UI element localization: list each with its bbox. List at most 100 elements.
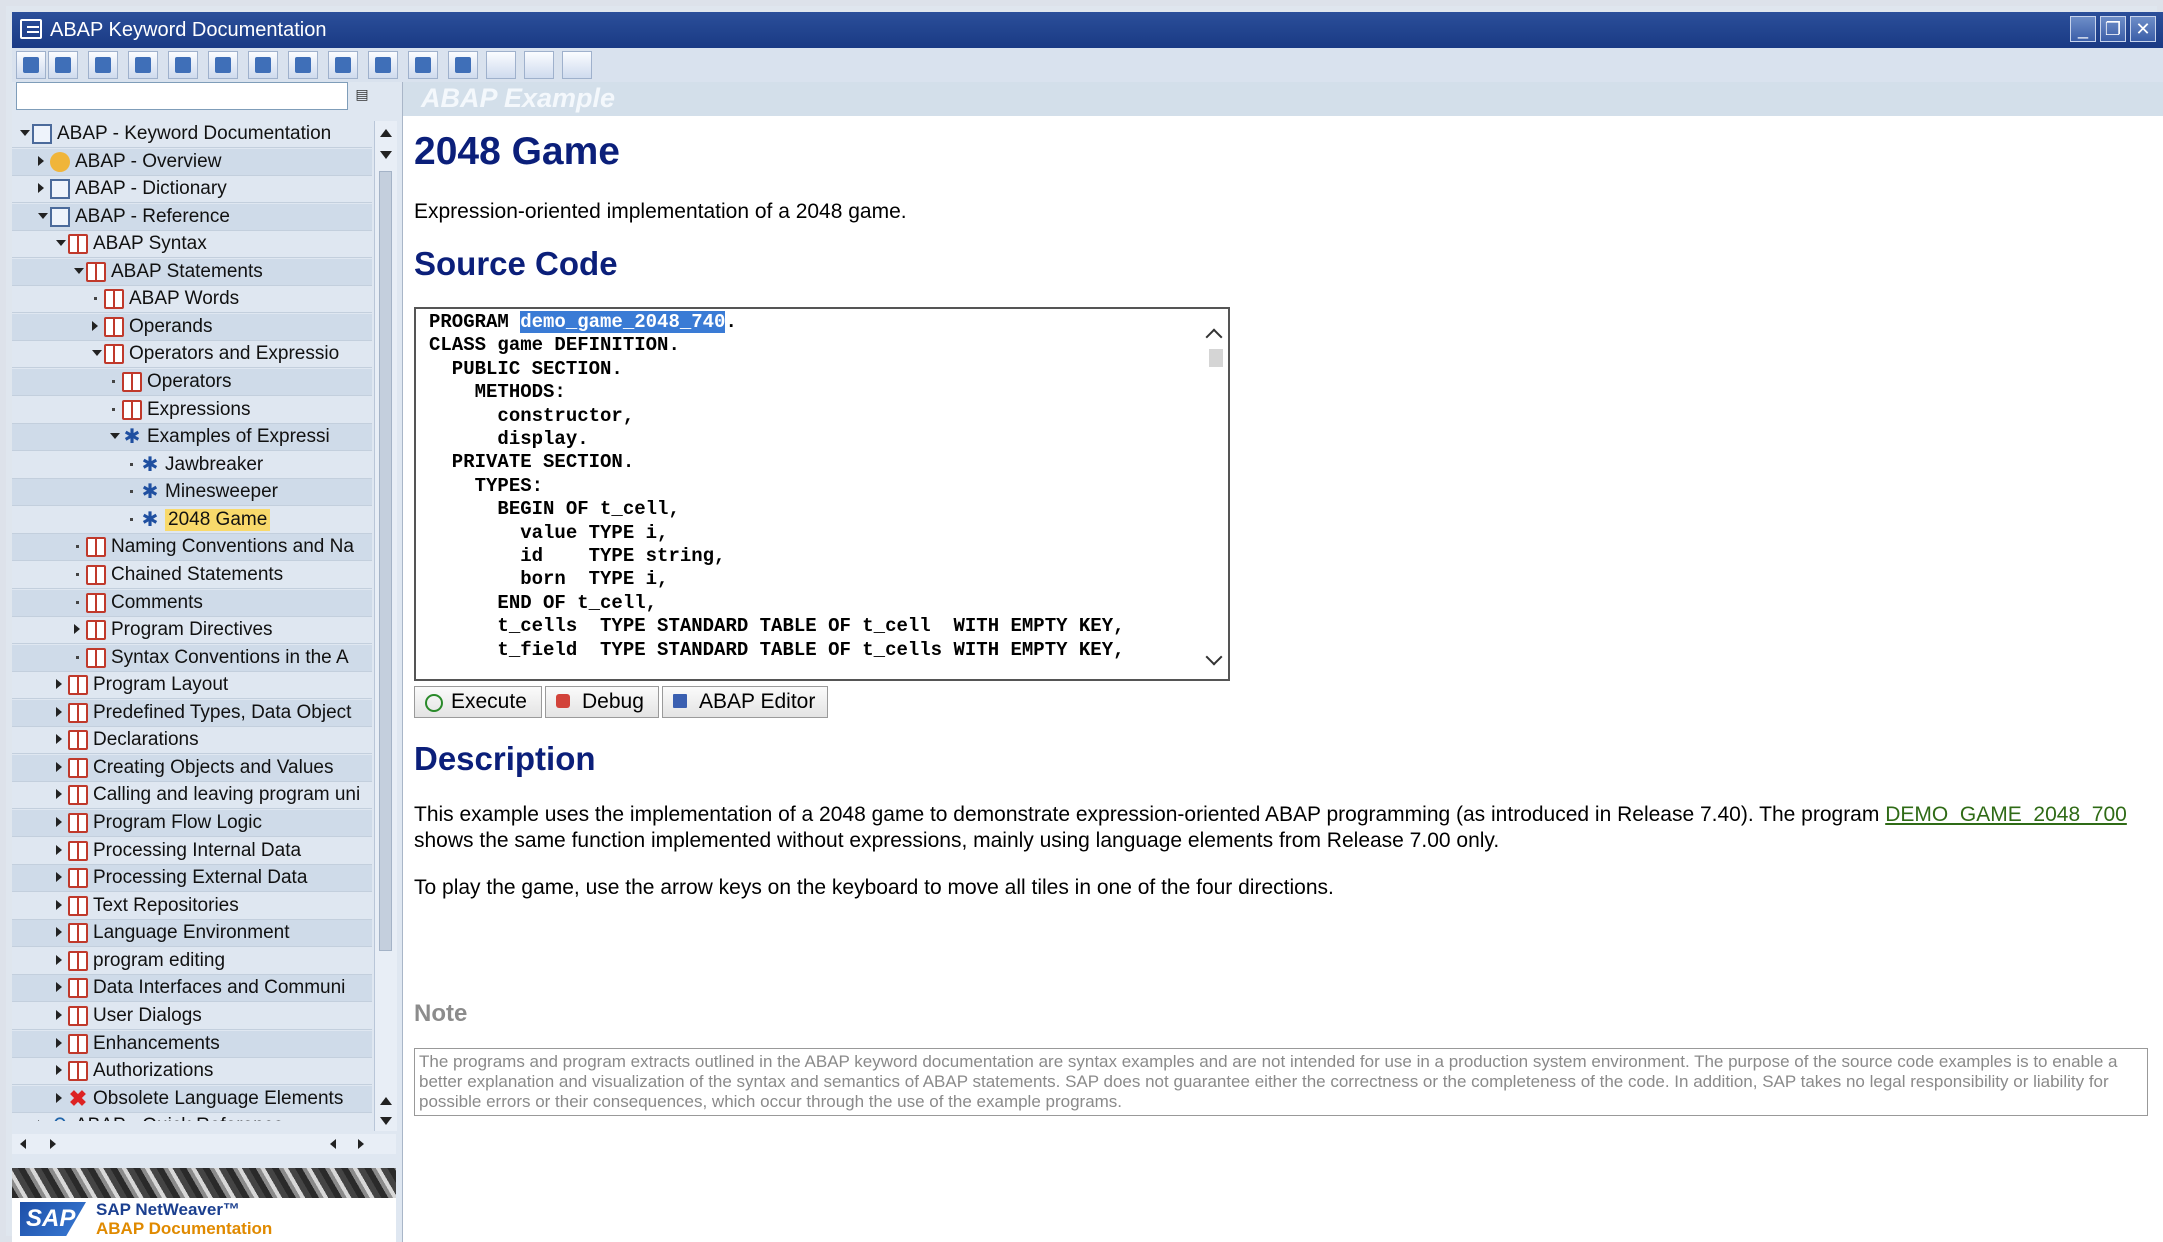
- scroll-up-icon[interactable]: [380, 129, 392, 137]
- up-button[interactable]: [486, 51, 516, 79]
- expand-node-icon[interactable]: [56, 982, 62, 992]
- tree-item[interactable]: Expressions: [12, 397, 372, 424]
- tree-item[interactable]: Declarations: [12, 727, 372, 754]
- tree-item[interactable]: ABAP - Reference: [12, 204, 372, 231]
- structure-button[interactable]: [48, 51, 78, 79]
- tree-item[interactable]: User Dialogs: [12, 1003, 372, 1030]
- tree-item[interactable]: Program Flow Logic: [12, 810, 372, 837]
- gear-button[interactable]: [408, 51, 438, 79]
- forward-button[interactable]: [562, 51, 592, 79]
- expand-node-icon[interactable]: [56, 734, 62, 744]
- scroll-right-icon[interactable]: [50, 1139, 56, 1149]
- collapse-node-icon[interactable]: [56, 240, 66, 246]
- collapse-node-icon[interactable]: [38, 213, 48, 219]
- tree-item[interactable]: Creating Objects and Values: [12, 755, 372, 782]
- scrollbar-thumb[interactable]: [379, 171, 392, 951]
- tree-item[interactable]: ABAP - Keyword Documentation: [12, 121, 372, 148]
- scroll-down-icon[interactable]: [380, 1117, 392, 1125]
- tree-item[interactable]: Authorizations: [12, 1058, 372, 1085]
- scroll-left-icon[interactable]: [20, 1139, 26, 1149]
- tree-item[interactable]: ABAP - Overview: [12, 149, 372, 176]
- print-button[interactable]: [168, 51, 198, 79]
- scroll-up-icon[interactable]: [380, 1097, 392, 1105]
- back-button[interactable]: [524, 51, 554, 79]
- search-options-icon[interactable]: ▤: [352, 86, 372, 106]
- tree-item[interactable]: Processing External Data: [12, 865, 372, 892]
- tree-item[interactable]: Enhancements: [12, 1031, 372, 1058]
- info-button[interactable]: [16, 51, 46, 79]
- layout-button[interactable]: [448, 51, 478, 79]
- tree-item[interactable]: Calling and leaving program uni: [12, 782, 372, 809]
- tree-item[interactable]: ABAP - Dictionary: [12, 176, 372, 203]
- demo-program-link[interactable]: DEMO_GAME_2048_700: [1885, 803, 2127, 826]
- source-code[interactable]: PROGRAM demo_game_2048_740. CLASS game D…: [429, 311, 1125, 662]
- print-preview-button[interactable]: [208, 51, 238, 79]
- tree-item[interactable]: ✱ Jawbreaker: [12, 452, 372, 479]
- tree-item[interactable]: Operands: [12, 314, 372, 341]
- expand-node-icon[interactable]: [56, 872, 62, 882]
- tree-item[interactable]: ABAP Syntax: [12, 231, 372, 258]
- tree-item[interactable]: Processing Internal Data: [12, 838, 372, 865]
- chevron-down-icon[interactable]: [1205, 648, 1223, 666]
- tree-item[interactable]: ✱ Minesweeper: [12, 479, 372, 506]
- tree-item[interactable]: Data Interfaces and Communi: [12, 975, 372, 1002]
- tree-item[interactable]: Text Repositories: [12, 893, 372, 920]
- tree-item[interactable]: Language Environment: [12, 920, 372, 947]
- tree-item[interactable]: ABAP Words: [12, 286, 372, 313]
- tree-item[interactable]: ✱ Examples of Expressi: [12, 424, 372, 451]
- scroll-left-icon[interactable]: [330, 1139, 336, 1149]
- minimize-button[interactable]: _: [2070, 16, 2096, 42]
- code-scrollbar-thumb[interactable]: [1209, 349, 1223, 367]
- help-button[interactable]: [288, 51, 318, 79]
- expand-node-icon[interactable]: [56, 762, 62, 772]
- expand-node-icon[interactable]: [56, 955, 62, 965]
- scroll-down-icon[interactable]: [380, 151, 392, 159]
- expand-node-icon[interactable]: [56, 679, 62, 689]
- expand-node-icon[interactable]: [56, 1065, 62, 1075]
- code-scrollbar[interactable]: [1204, 309, 1228, 679]
- tree-item[interactable]: ✖ Obsolete Language Elements: [12, 1086, 372, 1113]
- expand-node-icon[interactable]: [38, 1120, 44, 1121]
- tree-item[interactable]: Chained Statements: [12, 562, 372, 589]
- expand-node-icon[interactable]: [92, 321, 98, 331]
- expand-node-icon[interactable]: [74, 624, 80, 634]
- expand-node-icon[interactable]: [56, 1038, 62, 1048]
- tree-item[interactable]: Comments: [12, 590, 372, 617]
- expand-node-icon[interactable]: [56, 707, 62, 717]
- collapse-node-icon[interactable]: [110, 433, 120, 439]
- expand-node-icon[interactable]: [56, 1093, 62, 1103]
- restore-button[interactable]: ❐: [2100, 16, 2126, 42]
- execute-button[interactable]: Execute: [414, 686, 542, 718]
- expand-node-icon[interactable]: [56, 1010, 62, 1020]
- close-button[interactable]: ✕: [2130, 16, 2156, 42]
- chevron-up-icon[interactable]: [1205, 328, 1223, 346]
- tree-item[interactable]: ⚲ ABAP - Quick Reference: [12, 1113, 372, 1121]
- search-input[interactable]: [16, 82, 348, 110]
- collapse-button[interactable]: [128, 51, 158, 79]
- expand-button[interactable]: [88, 51, 118, 79]
- expand-node-icon[interactable]: [56, 789, 62, 799]
- tree-item[interactable]: Predefined Types, Data Object: [12, 700, 372, 727]
- tree-item[interactable]: Program Directives: [12, 617, 372, 644]
- expand-node-icon[interactable]: [56, 817, 62, 827]
- expand-node-icon[interactable]: [56, 927, 62, 937]
- export-button[interactable]: [248, 51, 278, 79]
- tree-item[interactable]: Operators: [12, 369, 372, 396]
- tree-item[interactable]: Operators and Expressio: [12, 341, 372, 368]
- expand-node-icon[interactable]: [56, 900, 62, 910]
- collapse-node-icon[interactable]: [92, 350, 102, 356]
- tree-item[interactable]: Naming Conventions and Na: [12, 534, 372, 561]
- tree-item[interactable]: ✱ 2048 Game: [12, 507, 372, 534]
- expand-node-icon[interactable]: [38, 156, 44, 166]
- expand-node-icon[interactable]: [56, 845, 62, 855]
- favorites-button[interactable]: [328, 51, 358, 79]
- abap-editor-button[interactable]: ABAP Editor: [662, 686, 828, 718]
- debug-button[interactable]: Debug: [545, 686, 659, 718]
- expand-node-icon[interactable]: [38, 183, 44, 193]
- settings-button[interactable]: [368, 51, 398, 79]
- tree-horizontal-scrollbar[interactable]: [12, 1134, 396, 1154]
- tree-item[interactable]: Syntax Conventions in the A: [12, 645, 372, 672]
- collapse-node-icon[interactable]: [20, 130, 30, 136]
- collapse-node-icon[interactable]: [74, 268, 84, 274]
- tree-item[interactable]: program editing: [12, 948, 372, 975]
